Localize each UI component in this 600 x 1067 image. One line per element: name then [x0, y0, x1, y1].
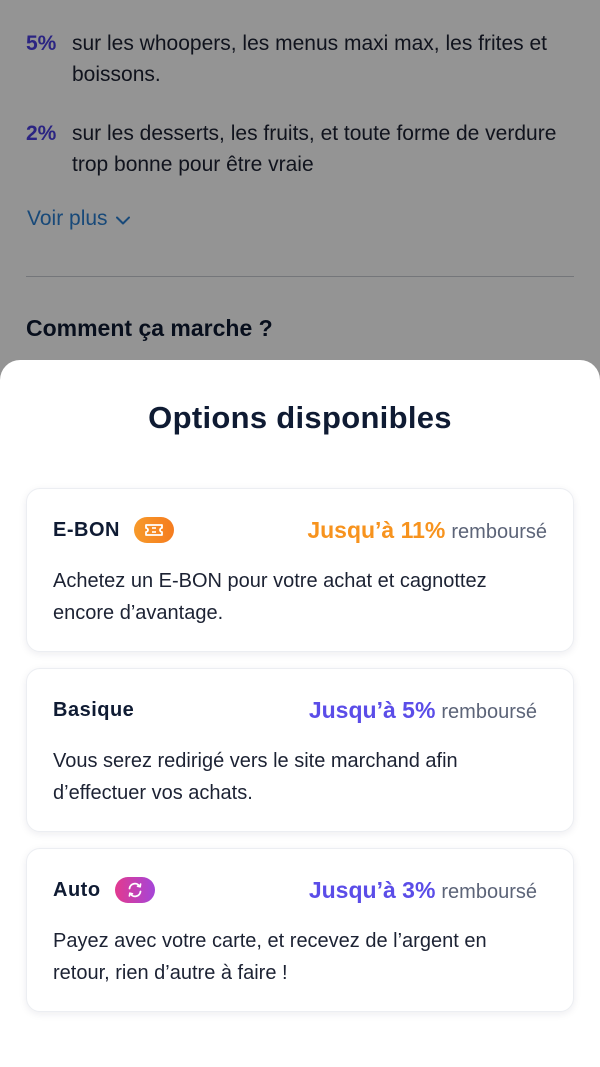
option-rate: Jusqu’à 3% — [308, 876, 436, 903]
option-rate-suffix: remboursé — [451, 520, 547, 543]
refresh-icon — [114, 877, 155, 903]
option-rate: Jusqu’à 5% — [308, 696, 436, 723]
option-rate-suffix: remboursé — [441, 880, 537, 903]
option-name: E-BON — [53, 518, 120, 541]
option-card-auto[interactable]: Auto Jusqu’à 3% remboursé Payez avec vot… — [26, 848, 574, 1012]
option-card-basique[interactable]: Basique Jusqu’à 5% remboursé Vous serez … — [26, 668, 574, 832]
option-name: Basique — [53, 698, 135, 721]
option-description: Payez avec votre carte, et recevez de l’… — [53, 930, 487, 984]
option-rate-suffix: remboursé — [441, 700, 537, 723]
option-rate: Jusqu’à 11% — [307, 516, 446, 543]
ticket-icon — [133, 517, 174, 543]
sheet-title: Options disponibles — [148, 400, 452, 435]
options-bottom-sheet: Options disponibles E-BON Jusqu’à 11% re… — [0, 360, 600, 1067]
option-name: Auto — [53, 878, 101, 901]
option-description: Achetez un E-BON pour votre achat et cag… — [53, 570, 487, 624]
option-card-ebon[interactable]: E-BON Jusqu’à 11% remboursé Achetez un E… — [26, 488, 574, 652]
option-description: Vous serez redirigé vers le site marchan… — [53, 750, 458, 804]
